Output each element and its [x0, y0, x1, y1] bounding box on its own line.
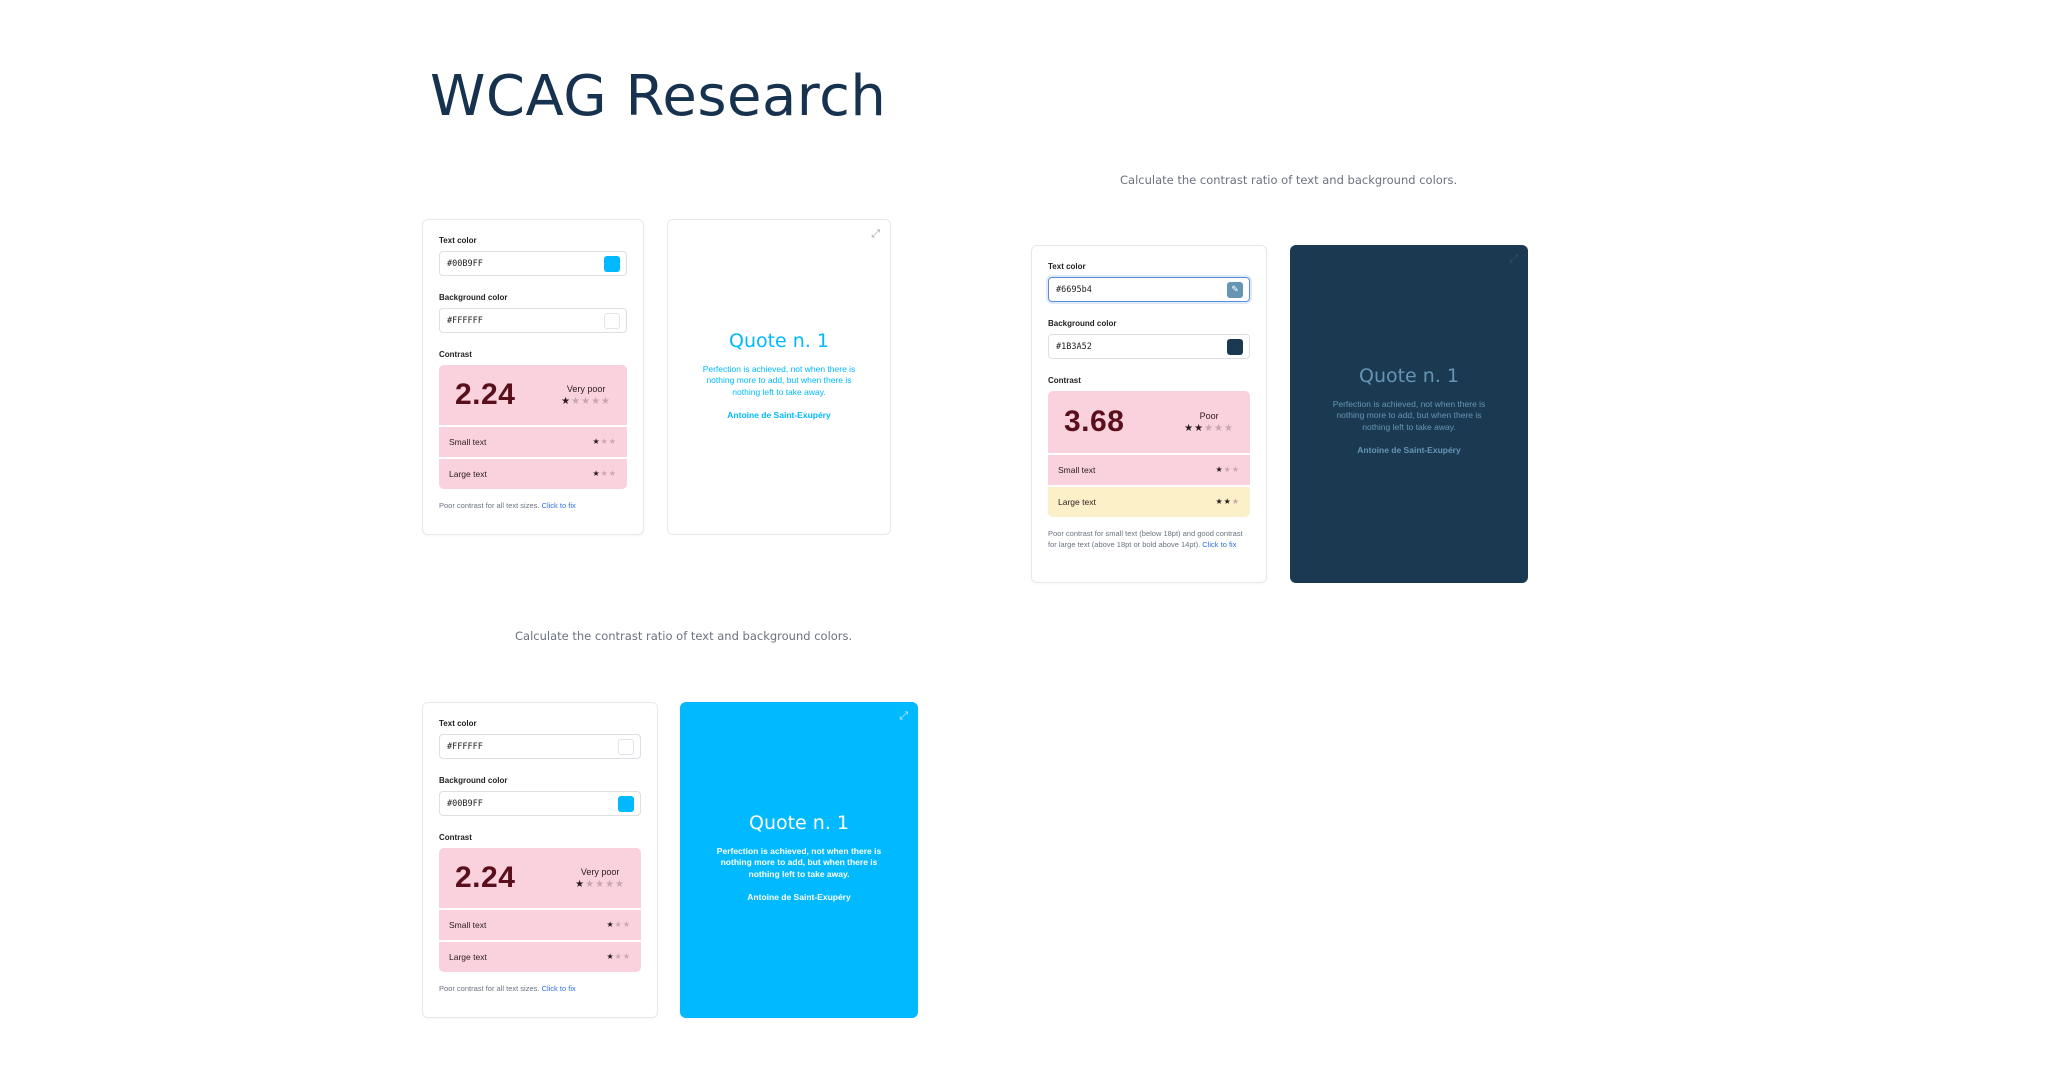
rating-text: Poor [1199, 410, 1219, 421]
note-text: Poor contrast for all text sizes. [439, 984, 540, 993]
large-text-label: Large text [449, 952, 487, 962]
rating-text: Very poor [566, 383, 606, 394]
background-color-field[interactable]: #FFFFFF [439, 308, 627, 333]
note-text: Poor contrast for all text sizes. [439, 501, 540, 510]
contrast-label: Contrast [1048, 376, 1081, 385]
click-to-fix-link[interactable]: Click to fix [542, 501, 576, 510]
contrast-result: 3.68 Poor ★★★★★ Small text ★★★ Large tex… [1048, 391, 1250, 517]
background-color-label: Background color [439, 293, 508, 302]
quote-preview-3: ⤢ Quote n. 1 Perfection is achieved, not… [680, 702, 918, 1018]
background-color-field[interactable]: #00B9FF [439, 791, 641, 816]
large-text-stars: ★★★ [606, 952, 631, 961]
quote-text: Perfection is achieved, not when there i… [1332, 399, 1486, 432]
rating-stars: ★★★★★ [1184, 422, 1234, 434]
text-color-value: #FFFFFF [447, 741, 483, 752]
contrast-checker-panel-1: Text color #00B9FF Background color #FFF… [422, 219, 644, 535]
contrast-ratio: 2.24 [455, 378, 516, 411]
text-color-label: Text color [439, 719, 477, 728]
background-color-swatch[interactable] [1227, 338, 1243, 355]
contrast-result: 2.24 Very poor ★★★★★ Small text ★★★ Larg… [439, 365, 627, 489]
quote-preview-2: ⤢ Quote n. 1 Perfection is achieved, not… [1290, 245, 1528, 583]
background-color-label: Background color [439, 776, 508, 785]
contrast-note: Poor contrast for all text sizes. Click … [439, 501, 627, 512]
quote-author: Antoine de Saint-Exupéry [1357, 445, 1461, 456]
background-color-value: #FFFFFF [447, 315, 483, 326]
text-color-swatch[interactable] [604, 255, 620, 272]
expand-icon[interactable]: ⤢ [871, 228, 880, 241]
large-text-label: Large text [449, 469, 487, 479]
background-color-value: #00B9FF [447, 798, 483, 809]
eyedropper-icon[interactable]: ✎ [1227, 281, 1243, 298]
small-text-label: Small text [449, 437, 487, 447]
quote-preview-1: ⤢ Quote n. 1 Perfection is achieved, not… [667, 219, 891, 535]
contrast-ratio: 3.68 [1064, 405, 1125, 438]
text-color-label: Text color [1048, 262, 1086, 271]
click-to-fix-link[interactable]: Click to fix [1202, 540, 1236, 549]
background-color-label: Background color [1048, 319, 1117, 328]
background-color-field[interactable]: #1B3A52 [1048, 334, 1250, 359]
contrast-label: Contrast [439, 833, 472, 842]
text-color-field[interactable]: #FFFFFF [439, 734, 641, 759]
quote-title: Quote n. 1 [728, 330, 829, 352]
text-color-field[interactable]: #00B9FF [439, 251, 627, 276]
small-text-stars: ★★★ [606, 920, 631, 929]
caption-middle-left: Calculate the contrast ratio of text and… [515, 629, 853, 643]
quote-text: Perfection is achieved, not when there i… [716, 846, 882, 879]
contrast-checker-panel-2: Text color #6695b4 ✎ Background color #1… [1031, 245, 1267, 583]
quote-text: Perfection is achieved, not when there i… [702, 364, 856, 397]
small-text-stars: ★★★ [1215, 465, 1240, 474]
small-text-label: Small text [1058, 465, 1096, 475]
page-title: WCAG Research [430, 64, 887, 129]
background-color-swatch[interactable] [604, 312, 620, 329]
click-to-fix-link[interactable]: Click to fix [542, 984, 576, 993]
contrast-label: Contrast [439, 350, 472, 359]
contrast-ratio: 2.24 [455, 861, 516, 894]
rating-stars: ★★★★★ [575, 878, 625, 890]
text-color-swatch[interactable] [618, 738, 634, 755]
large-text-label: Large text [1058, 497, 1096, 507]
large-text-stars: ★★★ [1215, 497, 1240, 506]
contrast-checker-panel-3: Text color #FFFFFF Background color #00B… [422, 702, 658, 1018]
quote-author: Antoine de Saint-Exupéry [747, 892, 851, 903]
rating-stars: ★★★★★ [561, 395, 611, 407]
large-text-stars: ★★★ [592, 469, 617, 478]
text-color-label: Text color [439, 236, 477, 245]
text-color-value: #6695b4 [1056, 284, 1092, 295]
small-text-stars: ★★★ [592, 437, 617, 446]
text-color-field[interactable]: #6695b4 ✎ [1048, 277, 1250, 302]
contrast-note: Poor contrast for small text (below 18pt… [1048, 529, 1244, 551]
caption-top-right: Calculate the contrast ratio of text and… [1120, 173, 1458, 187]
expand-icon[interactable]: ⤢ [899, 710, 908, 723]
quote-author: Antoine de Saint-Exupéry [727, 410, 831, 421]
rating-text: Very poor [580, 866, 620, 877]
background-color-value: #1B3A52 [1056, 341, 1092, 352]
background-color-swatch[interactable] [618, 795, 634, 812]
expand-icon[interactable]: ⤢ [1509, 253, 1518, 266]
text-color-value: #00B9FF [447, 258, 483, 269]
quote-title: Quote n. 1 [1358, 365, 1459, 387]
small-text-label: Small text [449, 920, 487, 930]
contrast-note: Poor contrast for all text sizes. Click … [439, 984, 641, 995]
quote-title: Quote n. 1 [748, 812, 849, 834]
contrast-result: 2.24 Very poor ★★★★★ Small text ★★★ Larg… [439, 848, 641, 972]
